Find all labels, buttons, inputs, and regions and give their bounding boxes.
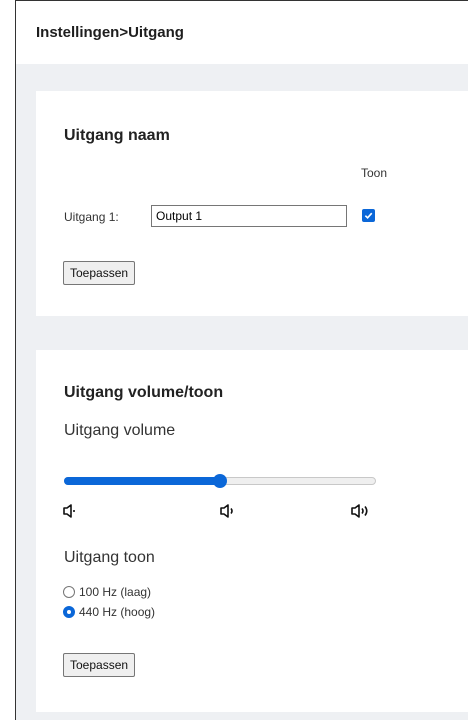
apply-output-name-button[interactable]: Toepassen [63, 261, 136, 285]
tone-label: Uitgang toon [64, 549, 155, 566]
radio-100hz[interactable] [63, 586, 75, 598]
output-1-name-input[interactable] [151, 205, 347, 227]
tone-option-440hz[interactable]: 440 Hz (hoog) [63, 605, 155, 619]
volume-slider-thumb[interactable] [213, 474, 227, 488]
tone-option-100hz[interactable]: 100 Hz (laag) [63, 585, 151, 599]
breadcrumb: Instellingen>Uitgang [16, 1, 468, 64]
page-title: Instellingen>Uitgang [36, 24, 184, 41]
volume-low-icon [63, 504, 75, 518]
output-1-label: Uitgang 1: [64, 210, 119, 224]
output-name-title: Uitgang naam [64, 127, 170, 144]
settings-frame: Instellingen>Uitgang Uitgang naam Toon U… [15, 0, 468, 720]
output-name-card: Uitgang naam Toon Uitgang 1: Toepassen [36, 91, 468, 316]
show-column-label: Toon [361, 166, 388, 180]
volume-high-icon [351, 504, 368, 518]
apply-volume-tone-button[interactable]: Toepassen [63, 653, 136, 677]
volume-slider-fill [64, 477, 220, 485]
volume-tone-title: Uitgang volume/toon [64, 384, 224, 401]
radio-440hz[interactable] [63, 606, 75, 618]
tone-option-label: 440 Hz (hoog) [79, 605, 156, 619]
volume-label: Uitgang volume [64, 422, 176, 439]
volume-medium-icon [220, 504, 233, 518]
checkmark-icon [364, 212, 373, 220]
tone-option-label: 100 Hz (laag) [79, 585, 152, 599]
output-1-show-checkbox[interactable] [362, 209, 375, 222]
output-volume-tone-card: Uitgang volume/toon Uitgang volume Uitga… [36, 350, 468, 712]
